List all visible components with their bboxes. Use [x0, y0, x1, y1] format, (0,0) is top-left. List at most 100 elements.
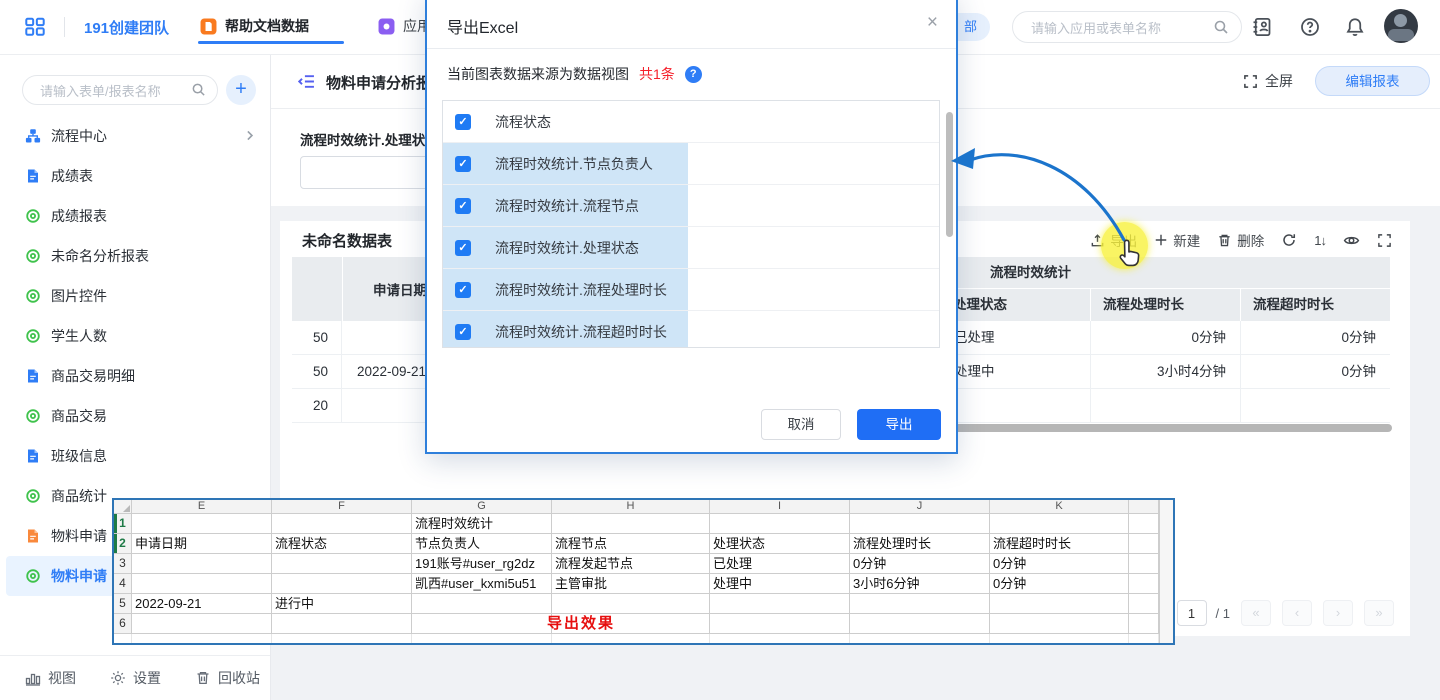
- header-duration-cell[interactable]: 流程处理时长: [1091, 289, 1240, 321]
- doc-orange-icon: [25, 528, 41, 544]
- excel-cell: [1129, 574, 1159, 594]
- help-circle-icon[interactable]: [685, 66, 702, 83]
- user-avatar[interactable]: [1384, 9, 1418, 43]
- checkbox-checked-icon[interactable]: [455, 198, 471, 214]
- field-row[interactable]: 流程时效统计.节点负责人: [443, 143, 939, 185]
- excel-vertical-scrollbar: [1159, 500, 1173, 643]
- excel-cell: [850, 514, 990, 534]
- checkbox-checked-icon[interactable]: [455, 114, 471, 130]
- global-search[interactable]: [1012, 11, 1242, 43]
- gear-icon: [110, 670, 126, 686]
- expand-icon[interactable]: [1377, 233, 1392, 248]
- collapse-panel-icon[interactable]: [298, 73, 315, 90]
- excel-spacer: [114, 634, 132, 643]
- fullscreen-button[interactable]: 全屏: [1243, 71, 1293, 91]
- sidebar-search[interactable]: [22, 75, 218, 105]
- modal-info-row: 当前图表数据来源为数据视图 共1条: [447, 64, 702, 84]
- vertical-scrollbar[interactable]: [946, 112, 953, 237]
- sort-icon[interactable]: [1314, 233, 1326, 248]
- active-tab-underline: [198, 41, 344, 44]
- views-button[interactable]: 视图: [25, 668, 76, 688]
- excel-cell: 凯西#user_kxmi5u51: [412, 574, 552, 594]
- last-page-button[interactable]: »: [1364, 600, 1394, 626]
- settings-button[interactable]: 设置: [110, 668, 161, 688]
- modal-title: 导出Excel: [447, 14, 518, 38]
- contacts-icon[interactable]: [1252, 17, 1272, 37]
- annotation-highlight-circle: [1101, 222, 1148, 269]
- checkbox-checked-icon[interactable]: [455, 240, 471, 256]
- sidebar-item-process-center[interactable]: 流程中心: [0, 116, 270, 156]
- excel-row-number: 1: [114, 514, 132, 534]
- header-overtime-cell[interactable]: 流程超时时长: [1241, 289, 1390, 321]
- prev-page-button[interactable]: ‹: [1282, 600, 1312, 626]
- field-list: 流程状态 流程时效统计.节点负责人 流程时效统计.流程节点 流程时效统计.处理状…: [442, 100, 940, 348]
- field-row[interactable]: 流程时效统计.流程超时时长: [443, 311, 939, 348]
- new-record-button[interactable]: 新建: [1154, 230, 1200, 250]
- sidebar-item-image-widget[interactable]: 图片控件: [0, 276, 270, 316]
- excel-cell: 流程节点: [552, 534, 710, 554]
- excel-preview: E F G H I J K 1 流程时效统计 2 申请日期 流程状态 节点负责人…: [112, 498, 1175, 645]
- excel-cell: 0分钟: [990, 554, 1129, 574]
- excel-cell: 主管审批: [552, 574, 710, 594]
- excel-cell: [132, 614, 272, 634]
- excel-col-header: J: [850, 500, 990, 514]
- checkbox-checked-icon[interactable]: [455, 156, 471, 172]
- recycle-bin-button[interactable]: 回收站: [195, 668, 260, 688]
- sidebar-item-unnamed-analysis-report[interactable]: 未命名分析报表: [0, 236, 270, 276]
- chevron-right-icon[interactable]: [243, 129, 256, 142]
- excel-col-header: H: [552, 500, 710, 514]
- sidebar-item-class-info[interactable]: 班级信息: [0, 436, 270, 476]
- page-number-input[interactable]: [1177, 600, 1207, 626]
- field-row[interactable]: 流程时效统计.流程处理时长: [443, 269, 939, 311]
- checkbox-checked-icon[interactable]: [455, 282, 471, 298]
- checkbox-checked-icon[interactable]: [455, 324, 471, 340]
- field-row[interactable]: 流程时效统计.处理状态: [443, 227, 939, 269]
- close-icon[interactable]: [927, 14, 938, 32]
- sidebar-item-student-count[interactable]: 学生人数: [0, 316, 270, 356]
- excel-cell: 处理状态: [710, 534, 850, 554]
- excel-cell: [990, 614, 1129, 634]
- help-icon[interactable]: [1300, 17, 1320, 37]
- divider: [64, 17, 65, 37]
- export-confirm-button[interactable]: 导出: [857, 409, 941, 440]
- add-form-button[interactable]: [226, 75, 256, 105]
- visibility-eye-icon[interactable]: [1343, 232, 1360, 249]
- first-page-button[interactable]: «: [1241, 600, 1271, 626]
- excel-col-header: I: [710, 500, 850, 514]
- horizontal-scrollbar[interactable]: [948, 424, 1392, 432]
- refresh-icon[interactable]: [1281, 232, 1297, 248]
- excel-cell: 流程时效统计: [412, 514, 552, 534]
- team-name[interactable]: 191创建团队: [84, 17, 169, 38]
- sidebar-item-goods-trade-detail[interactable]: 商品交易明细: [0, 356, 270, 396]
- excel-spacer: [1129, 634, 1159, 643]
- modal-footer: 取消 导出: [761, 409, 941, 440]
- field-row[interactable]: 流程状态: [443, 101, 939, 143]
- global-search-input[interactable]: [1029, 17, 1208, 39]
- excel-col-header: G: [412, 500, 552, 514]
- excel-cell: [1129, 614, 1159, 634]
- table-title: 未命名数据表: [302, 230, 392, 251]
- excel-cell: 流程发起节点: [552, 554, 710, 574]
- header-status-cell[interactable]: 处理状态: [941, 289, 1090, 321]
- sidebar-item-score-report[interactable]: 成绩报表: [0, 196, 270, 236]
- tab-help-doc-data[interactable]: 帮助文档数据: [200, 16, 309, 36]
- excel-cell: [132, 514, 272, 534]
- trash-icon: [195, 670, 211, 686]
- cancel-button[interactable]: 取消: [761, 409, 841, 440]
- next-page-button[interactable]: ›: [1323, 600, 1353, 626]
- app-grid-icon[interactable]: [24, 16, 46, 38]
- delete-button[interactable]: 删除: [1217, 230, 1264, 250]
- notifications-bell-icon[interactable]: [1345, 17, 1365, 37]
- excel-cell: [710, 614, 850, 634]
- field-row[interactable]: 流程时效统计.流程节点: [443, 185, 939, 227]
- sidebar-item-goods-trade[interactable]: 商品交易: [0, 396, 270, 436]
- doc-blue-icon: [25, 168, 41, 184]
- doc-blue-icon: [25, 368, 41, 384]
- tab-app[interactable]: 应用: [378, 16, 431, 36]
- excel-corner-cell: [114, 500, 132, 514]
- sidebar-item-score-form[interactable]: 成绩表: [0, 156, 270, 196]
- excel-cell: 0分钟: [850, 554, 990, 574]
- excel-col-header: E: [132, 500, 272, 514]
- sidebar-search-input[interactable]: [38, 80, 182, 102]
- edit-report-button[interactable]: 编辑报表: [1315, 66, 1430, 96]
